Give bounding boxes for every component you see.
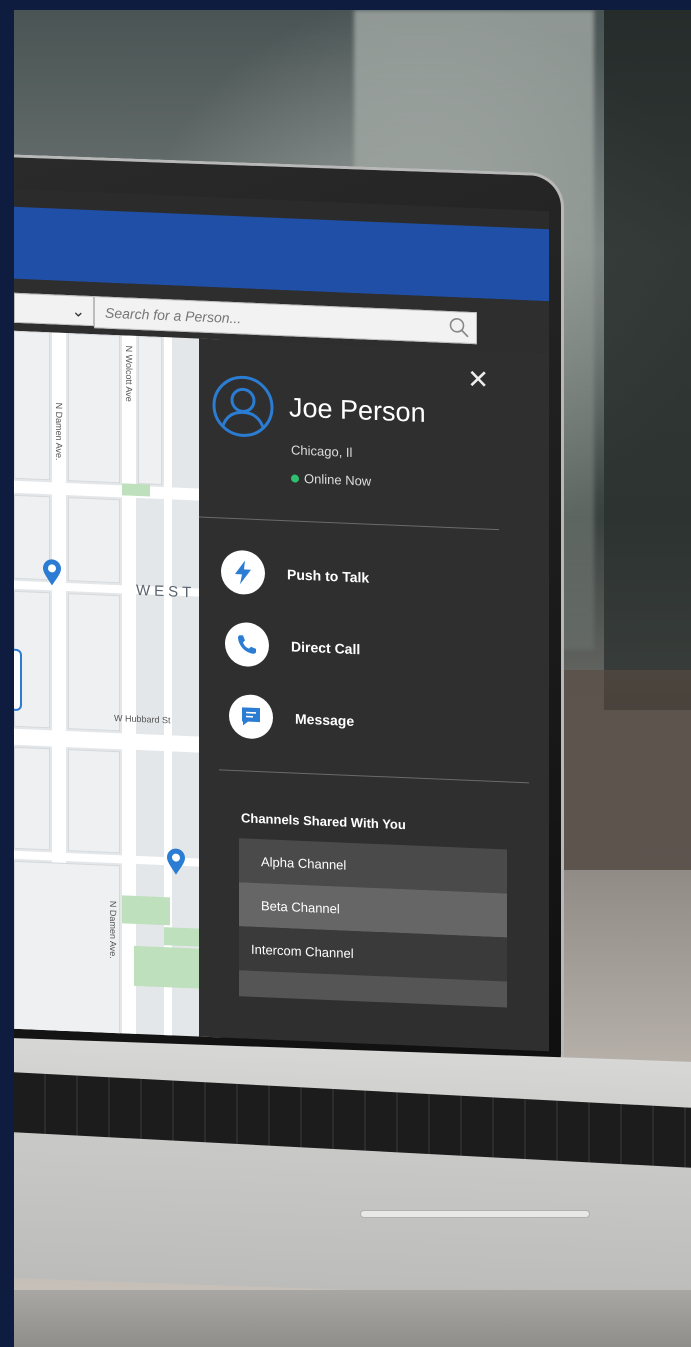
background-shadow bbox=[604, 10, 691, 710]
laptop-front-edge bbox=[14, 1290, 691, 1347]
map-block bbox=[68, 593, 120, 732]
map-block bbox=[14, 746, 50, 851]
map-park bbox=[122, 895, 170, 926]
contact-location: Chicago, Il bbox=[291, 442, 353, 460]
map-view[interactable]: N Damen Ave. N Wolcott Ave W Hubbard St … bbox=[14, 330, 224, 1040]
divider bbox=[219, 769, 529, 784]
action-label: Direct Call bbox=[291, 638, 361, 658]
push-to-talk-button[interactable]: Push to Talk bbox=[221, 549, 369, 599]
action-label: Message bbox=[295, 710, 355, 730]
laptop-trackpad-edge bbox=[360, 1210, 590, 1218]
search-icon[interactable] bbox=[448, 316, 470, 339]
channel-list: Alpha Channel Beta Channel Intercom Chan… bbox=[239, 838, 507, 1008]
contact-name: Joe Person bbox=[289, 392, 426, 429]
status-text: Online Now bbox=[304, 470, 372, 489]
online-status-dot bbox=[291, 473, 299, 483]
map-block bbox=[14, 860, 120, 1036]
street-label: N Damen Ave. bbox=[108, 900, 118, 960]
map-pin-icon[interactable] bbox=[42, 558, 62, 587]
app-screen: ⌄ N Damen Ave. N Wolcott Ave W Hubbar bbox=[14, 188, 549, 1052]
map-block bbox=[14, 330, 50, 481]
map-block bbox=[138, 335, 162, 485]
action-label: Push to Talk bbox=[287, 566, 370, 586]
chevron-down-icon: ⌄ bbox=[71, 303, 85, 321]
map-road bbox=[122, 335, 136, 1036]
status-badge: Online Now bbox=[291, 470, 372, 489]
contact-panel: ✕ Joe Person Chicago, Il Online Now Push… bbox=[199, 338, 549, 1052]
street-label: N Damen Ave. bbox=[54, 402, 64, 461]
divider bbox=[199, 516, 499, 531]
lightning-icon bbox=[221, 549, 265, 596]
map-pin-icon[interactable] bbox=[166, 847, 186, 876]
map-block bbox=[68, 333, 120, 484]
message-icon bbox=[229, 693, 273, 740]
direct-call-button[interactable]: Direct Call bbox=[225, 621, 361, 672]
street-label: N Wolcott Ave bbox=[124, 345, 134, 403]
map-block bbox=[68, 497, 120, 584]
map-block bbox=[68, 749, 120, 854]
message-button[interactable]: Message bbox=[229, 693, 355, 743]
avatar-icon bbox=[212, 375, 274, 437]
background-shelf bbox=[554, 670, 691, 870]
channels-heading: Channels Shared With You bbox=[241, 810, 406, 833]
map-park bbox=[122, 483, 150, 497]
filter-dropdown[interactable]: ⌄ bbox=[14, 292, 94, 327]
close-icon[interactable]: ✕ bbox=[467, 364, 489, 396]
map-marker-card[interactable] bbox=[14, 648, 22, 712]
phone-icon bbox=[225, 621, 269, 668]
